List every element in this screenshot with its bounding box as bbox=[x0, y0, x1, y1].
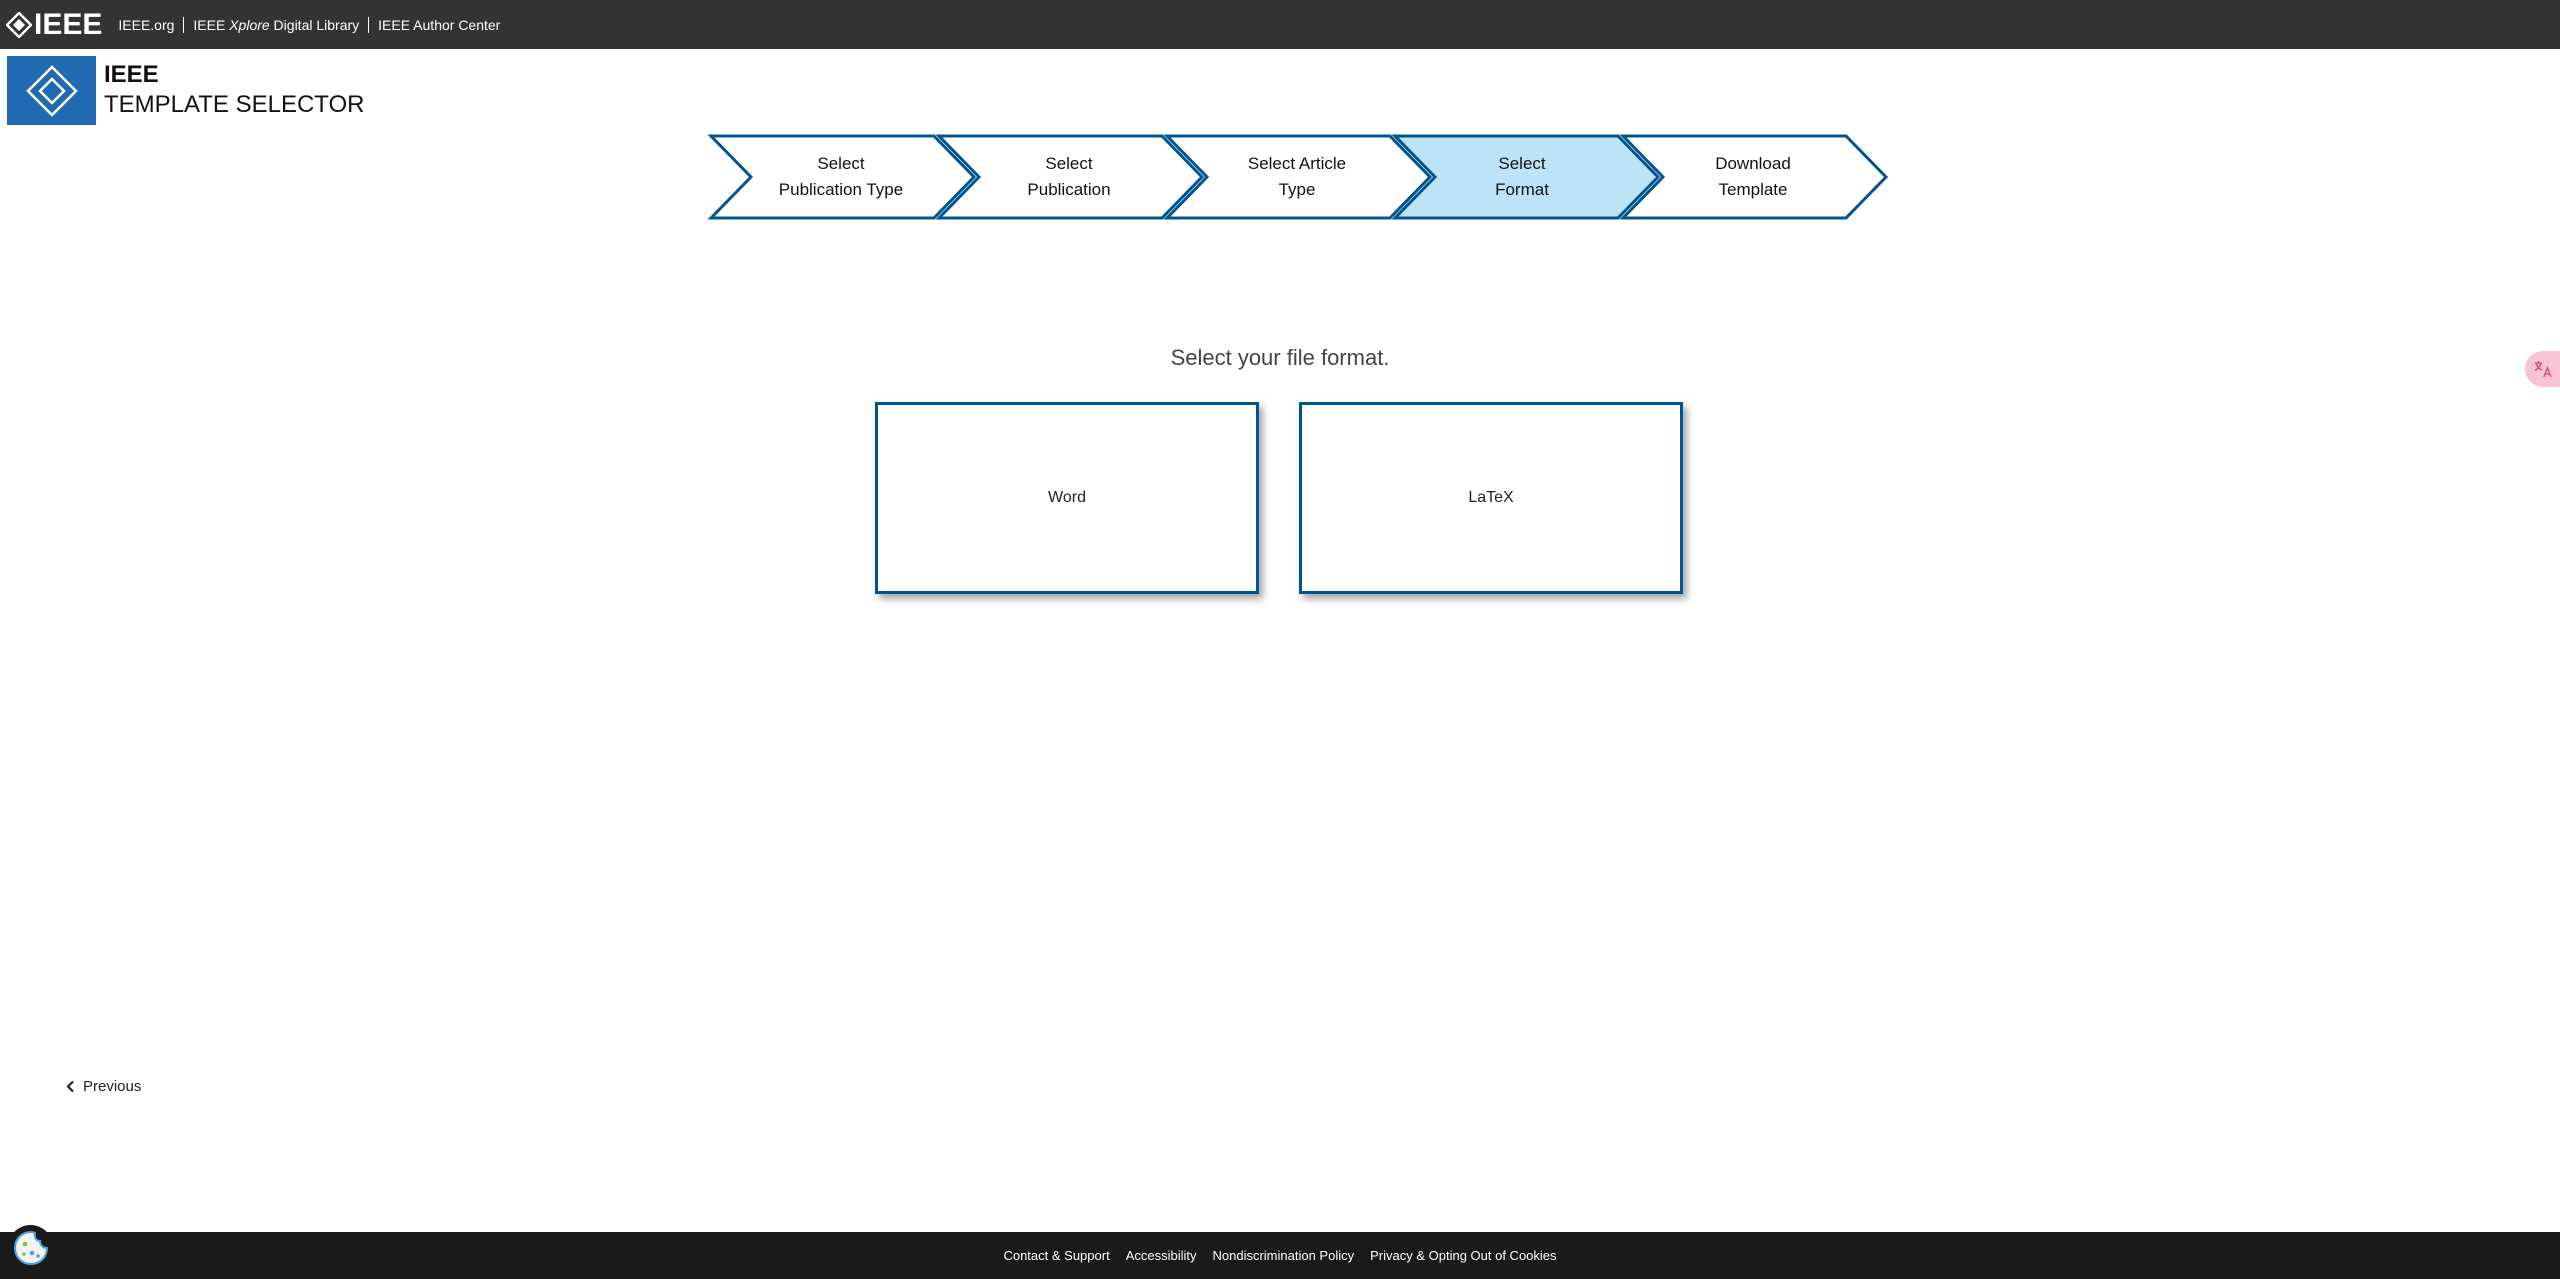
ieee-brand-logo[interactable]: IEEE bbox=[6, 0, 102, 49]
ieee-author-center-link[interactable]: IEEE Author Center bbox=[369, 17, 509, 33]
step-select-format[interactable]: Select Format bbox=[1432, 133, 1612, 221]
ieee-diamond-icon bbox=[6, 11, 32, 38]
privacy-cookies-link[interactable]: Privacy & Opting Out of Cookies bbox=[1370, 1248, 1556, 1263]
ieee-xplore-link[interactable]: IEEE Xplore Digital Library bbox=[184, 17, 368, 33]
accessibility-link[interactable]: Accessibility bbox=[1126, 1248, 1197, 1263]
word-format-option[interactable]: Word bbox=[875, 402, 1259, 594]
logo-subtitle: TEMPLATE SELECTOR bbox=[104, 91, 365, 118]
template-selector-header: IEEE TEMPLATE SELECTOR bbox=[7, 56, 365, 125]
ieee-diamond-logo-icon bbox=[25, 64, 78, 117]
xplore-italic: Xplore bbox=[229, 16, 270, 33]
xplore-suffix: Digital Library bbox=[269, 16, 360, 33]
footer: Contact & Support Accessibility Nondiscr… bbox=[0, 1232, 2560, 1279]
step-select-article-type[interactable]: Select Article Type bbox=[1207, 133, 1387, 221]
step-progress: Select Publication Type Select Publicati… bbox=[0, 133, 2560, 221]
previous-button[interactable]: Previous bbox=[66, 1078, 141, 1095]
nondiscrimination-policy-link[interactable]: Nondiscrimination Policy bbox=[1212, 1248, 1354, 1263]
xplore-prefix: IEEE bbox=[193, 16, 230, 33]
contact-support-link[interactable]: Contact & Support bbox=[1003, 1248, 1109, 1263]
latex-option-label: LaTeX bbox=[1468, 489, 1514, 506]
chevron-left-icon bbox=[66, 1080, 74, 1093]
ieee-brand-text: IEEE bbox=[34, 7, 103, 41]
logo-text: IEEE TEMPLATE SELECTOR bbox=[104, 60, 365, 125]
ieee-org-link[interactable]: IEEE.org bbox=[118, 17, 183, 33]
top-links: IEEE.org IEEE Xplore Digital Library IEE… bbox=[118, 16, 509, 33]
cookie-settings-button[interactable] bbox=[8, 1225, 53, 1270]
latex-format-option[interactable]: LaTeX bbox=[1299, 402, 1683, 594]
top-bar: IEEE IEEE.org IEEE Xplore Digital Librar… bbox=[0, 0, 2560, 49]
cookie-icon bbox=[13, 1230, 48, 1265]
previous-label: Previous bbox=[83, 1078, 142, 1095]
translate-glyph-icon bbox=[2534, 361, 2552, 378]
step-select-publication[interactable]: Select Publication bbox=[979, 133, 1159, 221]
step-download-template[interactable]: Download Template bbox=[1663, 133, 1843, 221]
logo-title: IEEE bbox=[104, 61, 159, 88]
format-prompt: Select your file format. bbox=[1170, 345, 1390, 370]
translate-icon[interactable] bbox=[2525, 351, 2560, 387]
word-option-label: Word bbox=[1048, 489, 1086, 506]
ieee-logo-box bbox=[7, 56, 96, 125]
step-select-publication-type[interactable]: Select Publication Type bbox=[751, 133, 931, 221]
